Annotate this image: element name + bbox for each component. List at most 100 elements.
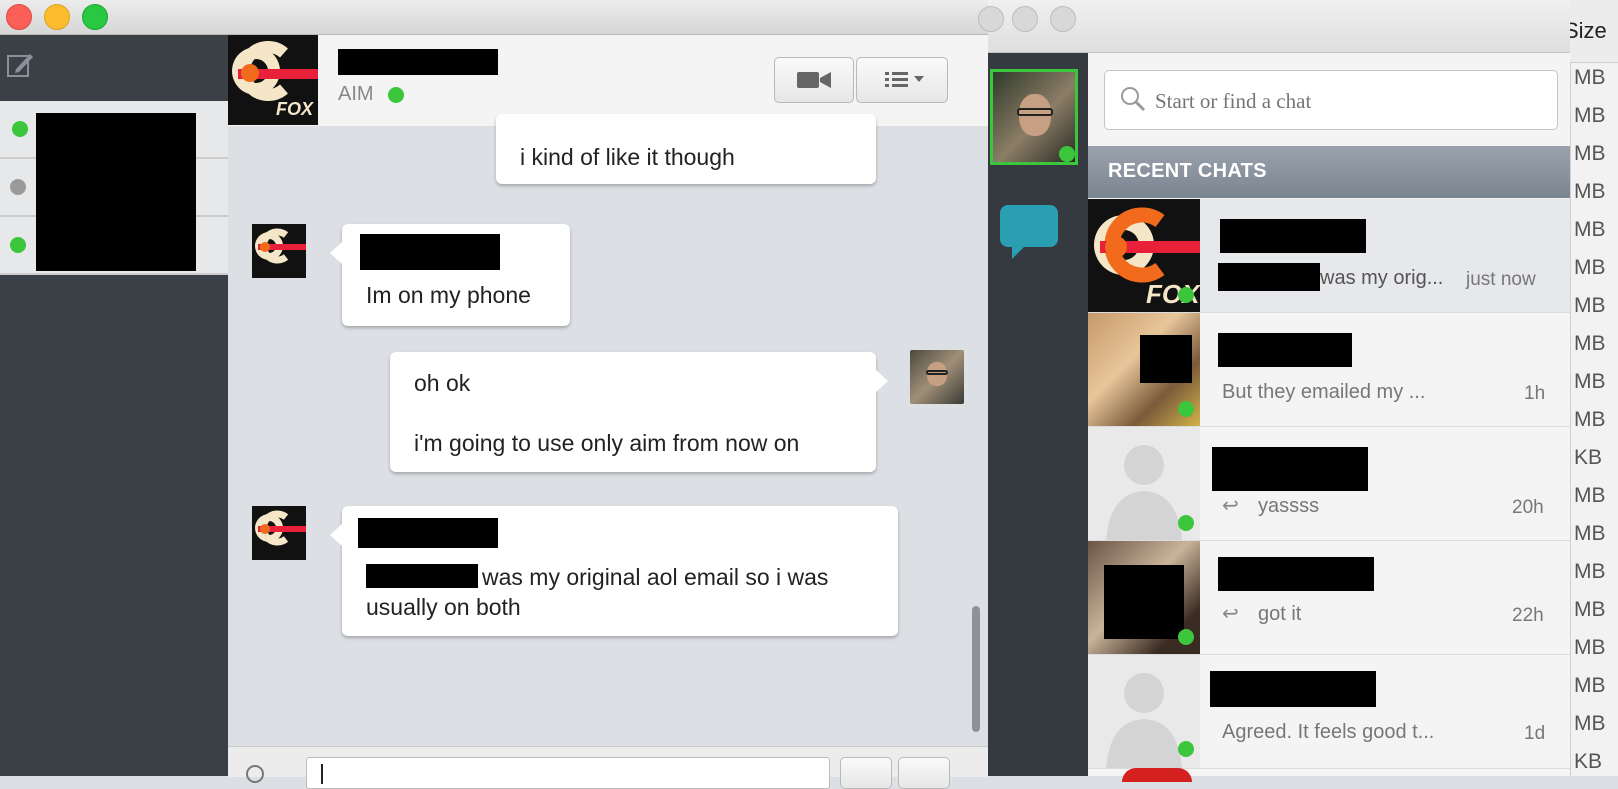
size-cell: MB	[1574, 104, 1606, 127]
message-bubble-incoming: was my original aol email so i was usual…	[330, 506, 898, 636]
start-chat-search[interactable]	[1104, 70, 1558, 130]
online-status-dot	[1178, 629, 1194, 645]
options-menu-button[interactable]	[856, 57, 948, 103]
size-cell: MB	[1574, 560, 1606, 583]
chat-preview: was my orig...	[1320, 267, 1444, 289]
contact-avatar-photo	[1088, 541, 1200, 654]
message-text: Im on my phone	[366, 282, 531, 308]
close-window-button[interactable]	[978, 6, 1004, 32]
online-status-dot	[1178, 515, 1194, 531]
emoji-button[interactable]	[840, 757, 892, 789]
online-status-dot	[1178, 287, 1194, 303]
chat-time: 20h	[1512, 497, 1544, 518]
message-bubble-outgoing: i kind of like it though	[496, 114, 876, 184]
redacted-contact-name	[1212, 447, 1368, 491]
size-cell: MB	[1574, 180, 1606, 203]
recent-chat-row[interactable]: ↩ yassss 20h	[1088, 427, 1570, 541]
chat-preview: yassss	[1258, 495, 1320, 517]
size-column-header[interactable]: Size	[1564, 0, 1618, 63]
conversation-sidebar	[0, 35, 228, 776]
default-avatar	[1088, 427, 1200, 540]
size-cell: MB	[1574, 256, 1606, 279]
size-cell: MB	[1574, 142, 1606, 165]
search-icon[interactable]	[246, 765, 264, 783]
redacted-sender-name	[358, 518, 498, 548]
zoom-window-button[interactable]	[1050, 6, 1076, 32]
video-call-button[interactable]	[774, 57, 854, 103]
message-text: i kind of like it though	[520, 144, 735, 170]
online-status-dot	[1178, 401, 1194, 417]
recent-chats-header: RECENT CHATS	[1088, 146, 1570, 198]
online-status-dot	[10, 237, 26, 253]
my-avatar	[910, 350, 964, 404]
contact-avatar-oc-logo	[252, 224, 306, 278]
magnifier-icon	[1121, 87, 1146, 112]
chat-time: 22h	[1512, 605, 1544, 626]
redacted-face	[1104, 565, 1184, 639]
size-cell: MB	[1574, 636, 1606, 659]
recent-chat-row[interactable]: Agreed. It feels good t... 1d	[1088, 655, 1570, 769]
message-input[interactable]	[306, 757, 830, 789]
contact-avatar-photo	[1088, 313, 1200, 426]
redacted-sender-name	[360, 234, 500, 270]
text-cursor	[321, 764, 323, 784]
messages-scrollbar[interactable]	[972, 606, 980, 732]
redacted-email	[366, 564, 478, 588]
chat-preview: got it	[1258, 603, 1302, 625]
chat-window-titlebar[interactable]	[0, 0, 988, 35]
reply-arrow-icon: ↩	[1222, 495, 1239, 517]
message-text-line1: oh ok	[414, 370, 471, 396]
recent-chat-row[interactable]: ↩ got it 22h	[1088, 541, 1570, 655]
message-text-line2: usually on both	[366, 594, 521, 620]
size-cell: MB	[1574, 712, 1606, 735]
chat-bubble-icon[interactable]	[998, 203, 1060, 268]
redacted-face	[1140, 335, 1192, 383]
default-avatar	[1088, 655, 1200, 768]
recent-chats-label: RECENT CHATS	[1108, 160, 1267, 182]
offline-status-dot	[10, 179, 26, 195]
redacted-preview	[1218, 263, 1320, 291]
bubble-tail	[330, 524, 342, 546]
online-status-dot	[388, 87, 404, 103]
list-menu-icon	[885, 72, 924, 87]
recent-chat-row[interactable]: But they emailed my ... 1h	[1088, 313, 1570, 427]
search-input[interactable]	[1153, 83, 1547, 119]
logo-fox-text: FOX	[276, 99, 314, 119]
zoom-window-button[interactable]	[82, 4, 108, 30]
compose-icon[interactable]	[6, 51, 34, 84]
chat-time: 1h	[1524, 383, 1546, 404]
online-status-dot	[1178, 741, 1194, 757]
message-bubble-outgoing: oh ok i'm going to use only aim from now…	[390, 352, 888, 472]
size-cell: MB	[1574, 674, 1606, 697]
contacts-window-titlebar[interactable]	[978, 0, 1570, 53]
redacted-contact-name	[1218, 333, 1352, 367]
bubble-tail	[330, 242, 342, 264]
size-cell: MB	[1574, 522, 1606, 545]
minimize-window-button[interactable]	[1012, 6, 1038, 32]
online-status-dot	[12, 121, 28, 137]
attach-button[interactable]	[898, 757, 950, 789]
chat-preview: But they emailed my ...	[1222, 381, 1426, 403]
contact-avatar-oc-logo	[252, 506, 306, 560]
message-input-bar	[228, 746, 988, 789]
contact-avatar-oc-logo: FOX	[1088, 199, 1200, 312]
redacted-contact-block	[36, 113, 196, 271]
close-window-button[interactable]	[6, 4, 32, 30]
minimize-window-button[interactable]	[44, 4, 70, 30]
message-text-line2: i'm going to use only aim from now on	[414, 430, 800, 456]
size-cell: MB	[1574, 484, 1606, 507]
message-list[interactable]: i kind of like it though Im on my phone …	[228, 114, 988, 746]
size-cell: KB	[1574, 750, 1603, 773]
service-label: AIM	[338, 83, 374, 105]
online-status-dot	[1059, 146, 1075, 162]
contact-avatar-oc-logo[interactable]: FOX	[228, 35, 318, 125]
my-profile-avatar[interactable]	[990, 69, 1078, 165]
size-cell: MB	[1574, 598, 1606, 621]
redacted-contact-name	[1218, 557, 1374, 591]
contacts-side-rail	[988, 53, 1088, 776]
redacted-contact-name	[338, 49, 498, 75]
message-text-line1: was my original aol email so i was	[482, 564, 829, 590]
recent-chat-row[interactable]: FOX was my orig... just now	[1088, 199, 1570, 313]
size-cell: MB	[1574, 408, 1606, 431]
size-cell: KB	[1574, 446, 1603, 469]
